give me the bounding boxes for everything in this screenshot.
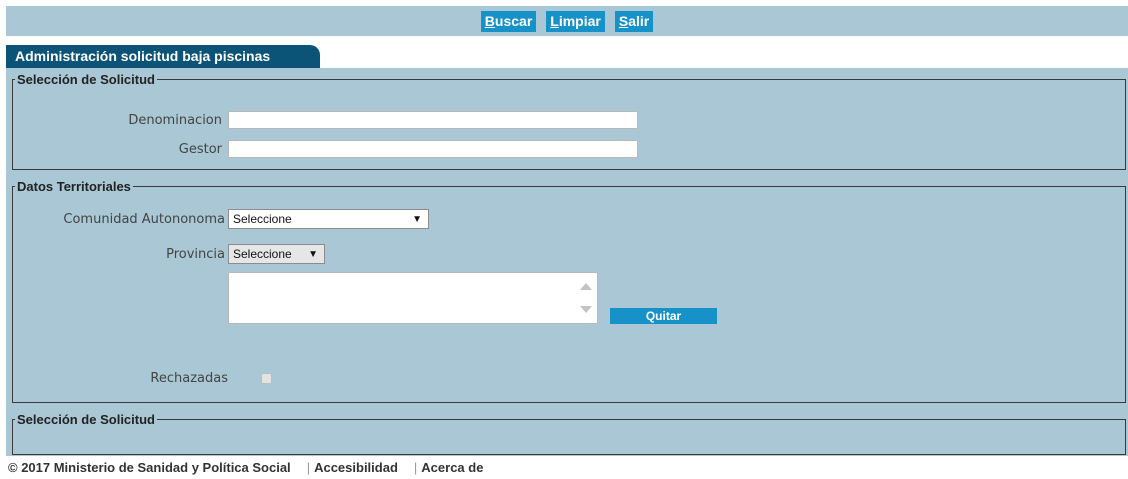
salir-accesskey: S xyxy=(618,12,629,29)
seleccion-solicitud-legend: Selección de Solicitud xyxy=(17,72,155,87)
salir-button[interactable]: Salir xyxy=(614,10,654,32)
rechazadas-label: Rechazadas xyxy=(150,371,228,386)
limpiar-accesskey: L xyxy=(550,12,559,29)
chevron-down-icon: ▼ xyxy=(308,248,318,260)
quitar-button[interactable]: Quitar xyxy=(610,308,717,324)
footer-separator: | xyxy=(413,460,418,475)
datos-territoriales-legend: Datos Territoriales xyxy=(17,179,131,194)
listbox-scrollbar[interactable] xyxy=(575,273,597,323)
limpiar-label: impiar xyxy=(558,12,601,29)
accesibilidad-link[interactable]: Accesibilidad xyxy=(314,460,398,475)
buscar-label: uscar xyxy=(494,12,533,29)
comunidad-label: Comunidad Autononoma xyxy=(63,211,225,227)
buscar-button[interactable]: Buscar xyxy=(480,10,537,32)
denominacion-row: Denominacion xyxy=(6,111,638,129)
page-title-tab: Administración solicitud baja piscinas xyxy=(6,45,320,68)
footer: © 2017 Ministerio de Sanidad y Política … xyxy=(8,460,483,475)
comunidad-row: Comunidad Autononoma Seleccione ▼ xyxy=(6,209,429,229)
limpiar-button[interactable]: Limpiar xyxy=(546,10,605,32)
rechazadas-row: Rechazadas xyxy=(6,371,272,386)
scroll-up-icon[interactable] xyxy=(580,283,592,290)
seleccion-solicitud-group-2: Selección de Solicitud xyxy=(12,412,1126,455)
provincia-select[interactable]: Seleccione ▼ xyxy=(228,244,325,264)
provincias-listbox[interactable] xyxy=(228,272,598,324)
top-toolbar: Buscar Limpiar Salir xyxy=(6,6,1128,36)
main-panel: Selección de Solicitud Denominacion Gest… xyxy=(6,68,1128,456)
seleccion-solicitud-legend-2: Selección de Solicitud xyxy=(17,412,155,427)
salir-label: alir xyxy=(628,12,650,29)
denominacion-input[interactable] xyxy=(228,111,638,129)
gestor-label: Gestor xyxy=(178,141,222,157)
provincia-selected-value: Seleccione xyxy=(233,247,292,261)
chevron-down-icon: ▼ xyxy=(412,213,422,225)
rechazadas-checkbox[interactable] xyxy=(261,373,272,384)
acerca-link[interactable]: Acerca de xyxy=(421,460,483,475)
footer-separator: | xyxy=(306,460,311,475)
gestor-input[interactable] xyxy=(228,140,638,158)
denominacion-label: Denominacion xyxy=(128,112,222,128)
copyright-text: © 2017 Ministerio de Sanidad y Política … xyxy=(8,460,291,475)
gestor-row: Gestor xyxy=(6,140,638,158)
buscar-accesskey: B xyxy=(484,12,495,29)
comunidad-select[interactable]: Seleccione ▼ xyxy=(228,209,429,229)
scroll-down-icon[interactable] xyxy=(580,306,592,313)
provincia-label: Provincia xyxy=(166,246,225,262)
comunidad-selected-value: Seleccione xyxy=(233,212,292,226)
provincia-row: Provincia Seleccione ▼ xyxy=(6,244,325,264)
